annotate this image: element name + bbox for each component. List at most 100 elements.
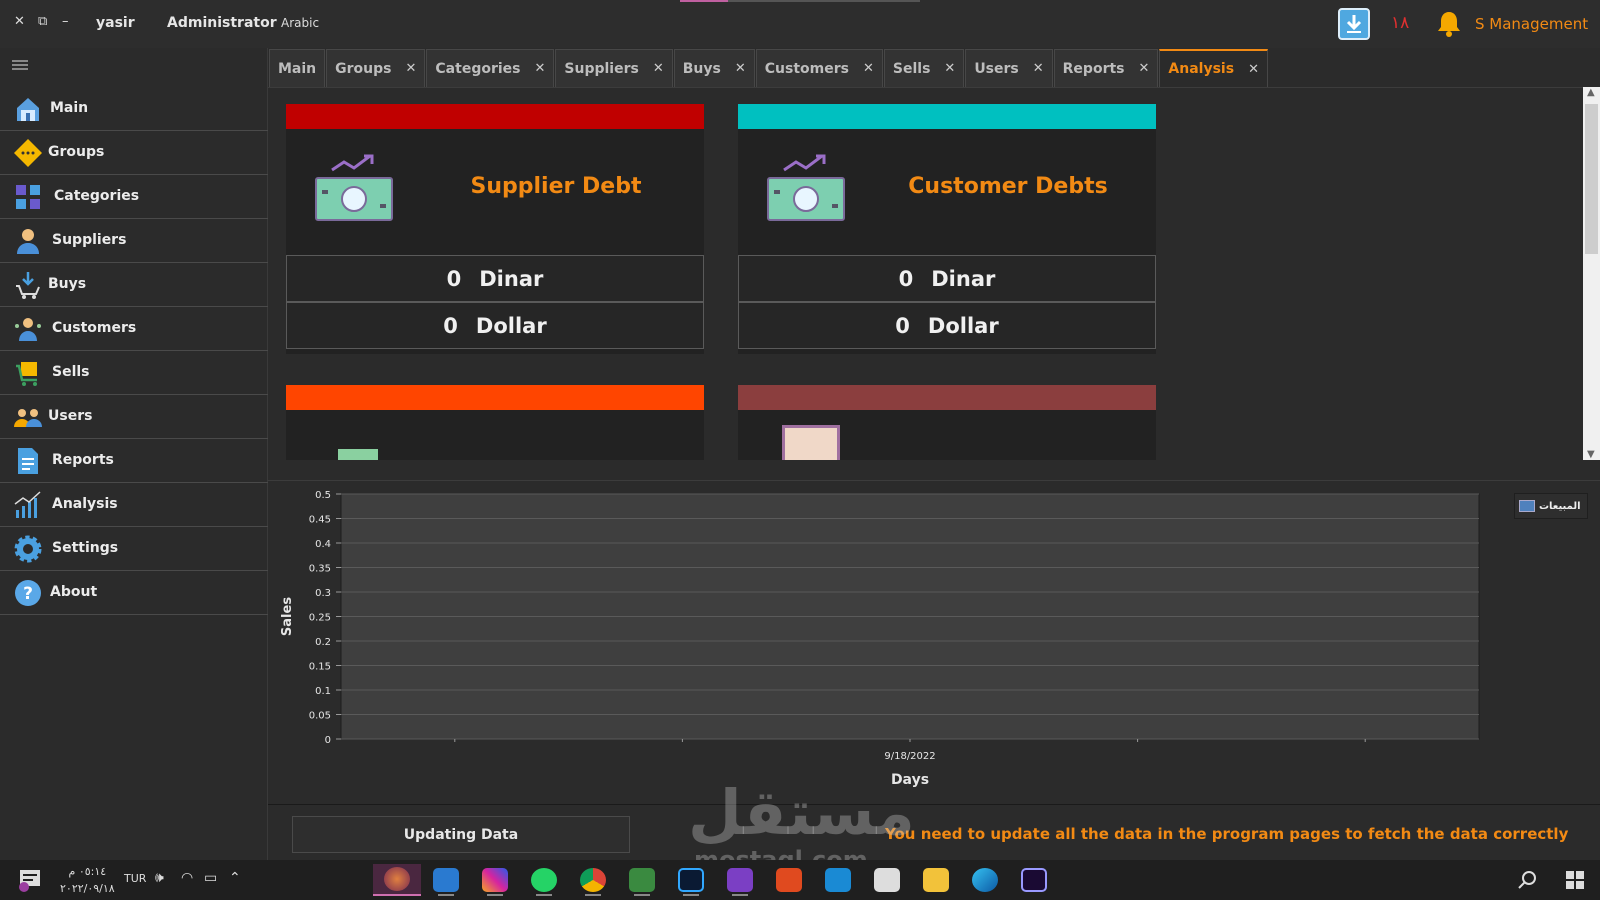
sales-chart-panel: 0 0.05 0.1 0.15 0.2 0.25 0.3 0.35 0.4 0.45 0.5 9/18… <box>268 480 1600 805</box>
cards-scrollbar[interactable]: ▲ ▼ <box>1583 87 1600 460</box>
restore-icon[interactable]: ⧉ <box>38 14 47 29</box>
top-indicator <box>680 0 920 2</box>
app-tools-icon[interactable] <box>625 864 659 896</box>
scroll-down-icon[interactable]: ▼ <box>1587 449 1595 460</box>
sidebar-item-suppliers[interactable]: Suppliers <box>0 219 268 263</box>
windows-start-icon[interactable] <box>1566 871 1584 889</box>
current-user: yasir <box>96 15 135 31</box>
close-tab-icon[interactable]: ✕ <box>653 61 664 76</box>
keyboard-language[interactable]: TUR <box>124 872 146 885</box>
close-tab-icon[interactable]: ✕ <box>1248 62 1259 77</box>
app-edge-icon[interactable] <box>968 864 1002 896</box>
app-s-management-icon[interactable] <box>373 864 421 896</box>
app-photoshop-icon[interactable] <box>674 864 708 896</box>
sales-chart: 0 0.05 0.1 0.15 0.2 0.25 0.3 0.35 0.4 0.45 0.5 9/18… <box>280 490 1480 788</box>
bell-icon[interactable] <box>1436 9 1462 37</box>
app-whatsapp-icon[interactable] <box>527 864 561 896</box>
tab-label: Customers <box>764 60 849 77</box>
tab-categories[interactable]: Categories ✕ <box>426 49 555 87</box>
sidebar-item-about[interactable]: ? About <box>0 571 268 615</box>
sidebar-item-buys[interactable]: Buys <box>0 263 268 307</box>
tab-groups[interactable]: Groups ✕ <box>326 49 426 87</box>
sidebar-item-analysis[interactable]: Analysis <box>0 483 268 527</box>
y-tick-label: 0.15 <box>309 662 331 673</box>
menu-icon[interactable] <box>12 60 28 70</box>
tab-buys[interactable]: Buys ✕ <box>673 49 755 87</box>
tab-suppliers[interactable]: Suppliers ✕ <box>555 49 673 87</box>
sidebar-item-reports[interactable]: Reports <box>0 439 268 483</box>
search-icon[interactable] <box>1517 870 1537 890</box>
sidebar-item-customers[interactable]: Customers <box>0 307 268 351</box>
tab-sells[interactable]: Sells ✕ <box>883 49 965 87</box>
footer-bar: Updating Data You need to update all the… <box>268 806 1600 860</box>
tab-label: Main <box>278 60 317 77</box>
box-icon <box>782 425 840 460</box>
app-office-icon[interactable] <box>772 864 806 896</box>
money-trend-icon <box>314 146 394 226</box>
dinar-unit: Dinar <box>931 266 996 291</box>
sidebar-item-sells[interactable]: Sells <box>0 351 268 395</box>
close-tab-icon[interactable]: ✕ <box>944 61 955 76</box>
sidebar-item-main[interactable]: Main <box>0 87 268 131</box>
home-icon <box>13 94 43 124</box>
y-tick-label: 0.5 <box>315 490 331 501</box>
language-switch[interactable]: Arabic <box>281 16 319 30</box>
app-video-icon[interactable] <box>429 864 463 896</box>
groups-icon <box>13 138 43 168</box>
notification-center-icon[interactable] <box>18 868 42 892</box>
tab-label: Buys <box>682 60 721 77</box>
sidebar: Main Groups Categories Suppliers Buys Cu… <box>0 48 268 860</box>
sidebar-item-categories[interactable]: Categories <box>0 175 268 219</box>
reports-icon <box>13 446 43 476</box>
minimize-icon[interactable]: – <box>62 14 69 29</box>
clock-date: ٢٠٢٢/٠٩/١٨ <box>60 882 115 895</box>
y-tick-label: 0.4 <box>315 539 331 550</box>
tab-analysis[interactable]: Analysis ✕ <box>1159 49 1268 87</box>
close-tab-icon[interactable]: ✕ <box>1139 61 1150 76</box>
app-store-icon[interactable] <box>870 864 904 896</box>
tab-customers[interactable]: Customers ✕ <box>755 49 883 87</box>
download-update-icon[interactable] <box>1338 8 1370 40</box>
tab-reports[interactable]: Reports ✕ <box>1053 49 1159 87</box>
sidebar-item-settings[interactable]: Settings <box>0 527 268 571</box>
battery-icon[interactable]: ▭ <box>204 870 217 886</box>
notification-count: ١٨ <box>1391 13 1410 33</box>
app-instagram-icon[interactable] <box>478 864 512 896</box>
sidebar-item-users[interactable]: Users <box>0 395 268 439</box>
dollar-amount: 0 <box>443 313 458 338</box>
tab-main[interactable]: Main <box>269 49 326 87</box>
tab-label: Groups <box>335 60 392 77</box>
close-tab-icon[interactable]: ✕ <box>535 61 546 76</box>
dollar-amount: 0 <box>895 313 910 338</box>
volume-icon[interactable]: 🕪 <box>155 870 164 886</box>
money-trend-icon <box>766 146 846 226</box>
tab-label: Analysis <box>1168 61 1235 77</box>
sells-cart-icon <box>13 358 43 388</box>
scroll-up-icon[interactable]: ▲ <box>1587 87 1595 98</box>
cart-down-icon <box>13 270 43 300</box>
customers-icon <box>13 314 43 344</box>
app-chrome-icon[interactable] <box>576 864 610 896</box>
close-tab-icon[interactable]: ✕ <box>406 61 417 76</box>
sidebar-item-label: Users <box>48 408 93 424</box>
close-icon[interactable]: ✕ <box>14 14 25 29</box>
close-tab-icon[interactable]: ✕ <box>863 61 874 76</box>
dollar-unit: Dollar <box>927 313 999 338</box>
app-mail-icon[interactable] <box>821 864 855 896</box>
app-premiere-icon[interactable] <box>1017 864 1051 896</box>
close-tab-icon[interactable]: ✕ <box>1033 61 1044 76</box>
card-title: Supplier Debt <box>470 174 642 199</box>
fourth-card <box>738 385 1156 460</box>
tab-users[interactable]: Users ✕ <box>965 49 1053 87</box>
scrollbar-thumb[interactable] <box>1585 104 1598 254</box>
clock[interactable]: ٠٥:١٤ م ٢٠٢٢/٠٩/١٨ <box>60 863 115 897</box>
sidebar-item-groups[interactable]: Groups <box>0 131 268 175</box>
app-file-explorer-icon[interactable] <box>919 864 953 896</box>
app-visual-studio-icon[interactable] <box>723 864 757 896</box>
chevron-up-icon[interactable]: ⌃ <box>229 870 241 886</box>
y-tick-label: 0.05 <box>309 711 331 722</box>
wifi-icon[interactable]: ◠ <box>181 870 193 886</box>
close-tab-icon[interactable]: ✕ <box>735 61 746 76</box>
sidebar-item-label: Analysis <box>52 496 118 512</box>
update-data-button[interactable]: Updating Data <box>292 816 630 853</box>
